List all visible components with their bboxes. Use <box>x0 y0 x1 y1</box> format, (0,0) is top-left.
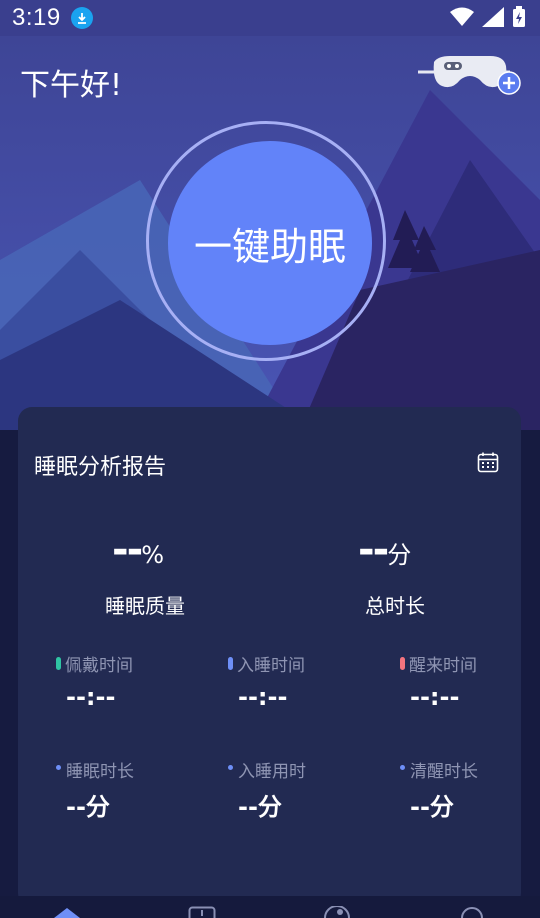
sleep-report-card: 睡眠分析报告 --% 睡眠质量 --分 总时长 佩戴时间 --:-- 入睡时间 … <box>18 407 521 907</box>
total-duration-value: --分 <box>358 527 412 573</box>
one-click-sleep-button[interactable]: 一键助眠 <box>168 141 372 345</box>
battery-icon <box>513 6 525 27</box>
wake-time-label: 醒来时间 <box>400 651 477 676</box>
sleep-quality-value: --% <box>112 527 165 573</box>
greeting-text: 下午好! <box>20 68 123 103</box>
bullet-dot <box>56 765 61 770</box>
awake-duration-value: --分 <box>410 793 454 821</box>
home-tab-icon[interactable] <box>52 906 82 918</box>
wear-time-marker <box>56 657 61 670</box>
total-duration-label: 总时长 <box>365 594 425 618</box>
status-bar: 3:19 <box>0 0 540 36</box>
wear-time-label: 佩戴时间 <box>56 651 133 676</box>
plus-icon <box>497 71 521 95</box>
wifi-icon <box>450 7 474 26</box>
report-tab-icon[interactable] <box>188 906 216 918</box>
report-title: 睡眠分析报告 <box>34 455 167 480</box>
sleep-latency-label: 入睡用时 <box>228 757 306 782</box>
awake-duration-label: 清醒时长 <box>400 757 478 782</box>
sleep-quality-label: 睡眠质量 <box>105 594 185 618</box>
sleep-onset-time-label: 入睡时间 <box>228 651 305 676</box>
sleep-onset-time-value: --:-- <box>238 683 288 711</box>
sleep-onset-marker <box>228 657 233 670</box>
status-time: 3:19 <box>12 4 61 31</box>
sleep-duration-label: 睡眠时长 <box>56 757 134 782</box>
wake-time-value: --:-- <box>410 683 460 711</box>
profile-tab-icon[interactable] <box>458 906 486 918</box>
wear-time-value: --:-- <box>66 683 116 711</box>
calendar-icon[interactable] <box>477 451 499 473</box>
music-tab-icon[interactable] <box>322 906 352 918</box>
bottom-navigation <box>0 896 540 918</box>
sleep-duration-value: --分 <box>66 793 110 821</box>
add-eye-mask-button[interactable] <box>418 52 522 98</box>
bullet-dot <box>400 765 405 770</box>
one-click-sleep-label: 一键助眠 <box>193 224 346 269</box>
download-icon <box>70 7 93 29</box>
sleep-latency-value: --分 <box>238 793 282 821</box>
signal-icon <box>482 7 504 27</box>
wake-time-marker <box>400 657 405 670</box>
bullet-dot <box>228 765 233 770</box>
